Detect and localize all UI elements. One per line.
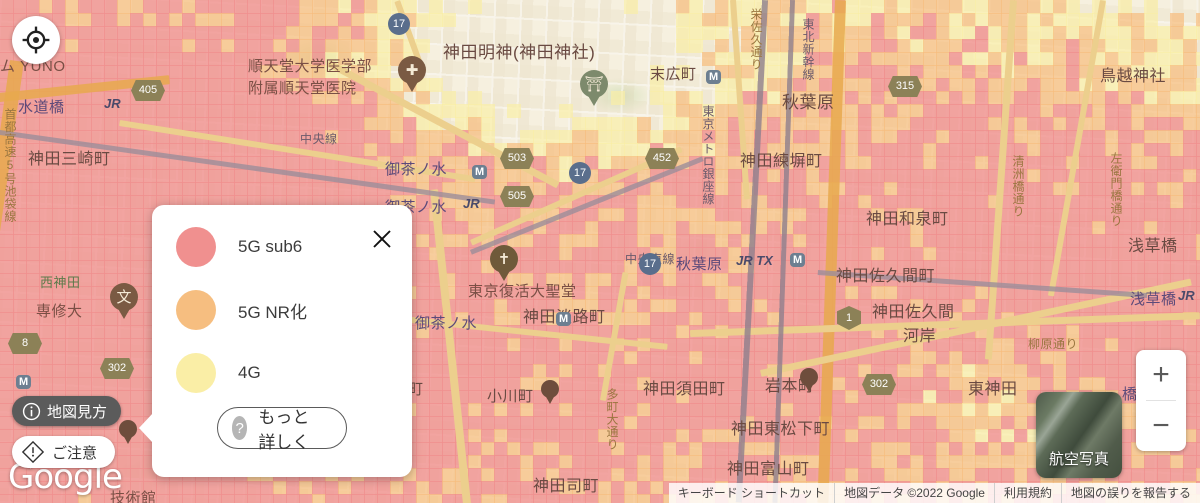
map-label-town: 神田明神(神田神社) bbox=[443, 43, 596, 62]
map-label-town: 神田須田町 bbox=[643, 381, 726, 398]
map-label-poi: 順天堂大学医学部 bbox=[248, 58, 373, 75]
legend-label: 4G bbox=[238, 363, 261, 382]
legend-swatch bbox=[176, 290, 216, 330]
satellite-view-label: 航空写真 bbox=[1048, 451, 1109, 468]
jr-rail-badge-icon[interactable]: JR bbox=[1178, 288, 1195, 303]
zoom-out-button[interactable]: − bbox=[1136, 401, 1186, 451]
map-label-town: 神田三崎町 bbox=[28, 151, 111, 168]
map-data-copyright: 地図データ ©2022 Google bbox=[834, 483, 994, 503]
map-guide-button[interactable]: 地図見方 bbox=[12, 396, 122, 426]
map-label-town: 河岸 bbox=[903, 328, 937, 345]
map-label-station[interactable]: 秋葉原 bbox=[676, 253, 723, 274]
jr-rail-badge-icon[interactable]: JR TX bbox=[736, 253, 773, 268]
map-label-road: 多町大通り bbox=[605, 388, 619, 451]
map-label-poi: 東京復活大聖堂 bbox=[468, 283, 577, 300]
route-shield: 503 bbox=[500, 148, 534, 169]
route-shield: 405 bbox=[131, 80, 165, 101]
map-label-town: 末広町 bbox=[650, 66, 697, 83]
map-label-road: 首都高速5号池袋線 bbox=[3, 108, 17, 223]
caution-button[interactable]: ご注意 bbox=[12, 436, 116, 468]
route-shield: 505 bbox=[500, 186, 534, 207]
map-label-road: 左衛門橋通り bbox=[1109, 152, 1123, 227]
route-shield: 302 bbox=[100, 358, 134, 379]
close-x-icon bbox=[373, 230, 391, 248]
map-label-poi: 専修大 bbox=[36, 303, 83, 320]
keyboard-shortcuts-link[interactable]: キーボード ショートカット bbox=[669, 483, 834, 503]
locate-button[interactable] bbox=[12, 16, 60, 64]
shrine-torii-pin-icon[interactable]: ⛩ bbox=[580, 70, 608, 106]
map-label-town: 東神田 bbox=[968, 381, 1018, 398]
map-label-station[interactable]: 浅草橋 bbox=[1130, 288, 1177, 309]
map-label-town: 浅草橋 bbox=[1128, 238, 1178, 255]
map-label-rail-line: 東京メトロ銀座線 bbox=[701, 105, 715, 205]
map-label-station[interactable]: 御茶ノ水 bbox=[415, 312, 477, 333]
map-label-town: 秋葉原 bbox=[782, 93, 835, 112]
metro-badge-icon[interactable]: M bbox=[790, 253, 806, 267]
zoom-in-button[interactable]: + bbox=[1136, 350, 1186, 400]
metro-badge-icon[interactable]: M bbox=[16, 375, 32, 389]
legend-item-4g: 4G bbox=[176, 353, 261, 393]
attribution-bar: キーボード ショートカット 地図データ ©2022 Google 利用規約 地図… bbox=[668, 483, 1200, 503]
map-label-town: 神田司町 bbox=[533, 478, 600, 495]
route-shield: 17 bbox=[639, 253, 661, 275]
map-label-road: 清洲橋通り bbox=[1011, 155, 1025, 218]
question-mark-icon: ? bbox=[232, 416, 248, 440]
route-shield: 8 bbox=[8, 333, 42, 354]
terms-link[interactable]: 利用規約 bbox=[993, 483, 1061, 503]
metro-badge-icon[interactable]: M bbox=[472, 165, 488, 179]
more-details-label: もっと詳しく bbox=[258, 408, 310, 452]
locate-crosshair-icon bbox=[22, 26, 50, 54]
legend-panel: 5G sub6 5G NR化 4G ? もっと詳しく bbox=[139, 205, 412, 477]
more-details-button[interactable]: ? もっと詳しく bbox=[217, 407, 347, 452]
station-dot-pin-icon[interactable] bbox=[541, 380, 559, 404]
map-label-poi: 附属順天堂医院 bbox=[248, 80, 357, 97]
jr-rail-badge-icon[interactable]: JR bbox=[463, 196, 480, 211]
map-label-rail-line: 東北新幹線 bbox=[801, 18, 815, 81]
map-label-town: 神田和泉町 bbox=[866, 211, 949, 228]
map-guide-label: 地図見方 bbox=[47, 403, 108, 421]
map-application: 神田三崎町 西神田 神田明神(神田神社) 末広町 秋葉原 神田練塀町 神田和泉町 神田佐久間町… bbox=[0, 0, 1200, 503]
map-label-town: 鳥越神社 bbox=[1100, 68, 1167, 85]
caution-label: ご注意 bbox=[52, 444, 98, 462]
hospital-pin-icon[interactable]: ✚ bbox=[398, 56, 426, 92]
legend-swatch bbox=[176, 227, 216, 267]
info-circle-icon bbox=[22, 402, 41, 421]
map-label-rail-line: 中央線 bbox=[300, 132, 338, 146]
map-label-road: 柳原通り bbox=[1028, 337, 1079, 351]
zoom-controls: + − bbox=[1136, 350, 1186, 451]
legend-label: 5G NR化 bbox=[238, 302, 307, 322]
map-label-station[interactable]: 御茶ノ水 bbox=[385, 158, 447, 179]
school-pin-icon[interactable]: 文 bbox=[110, 283, 138, 319]
warning-diamond-icon bbox=[22, 441, 44, 463]
legend-close-button[interactable] bbox=[370, 227, 394, 251]
map-label-town: 神田佐久間町 bbox=[836, 268, 936, 285]
satellite-view-toggle[interactable]: 航空写真 bbox=[1036, 392, 1122, 478]
route-shield: 452 bbox=[645, 148, 679, 169]
map-label-town: 神田東松下町 bbox=[731, 421, 831, 438]
map-label-road: 栄佐久通り bbox=[749, 8, 763, 71]
route-shield: 315 bbox=[888, 76, 922, 97]
map-label-town: 神田練塀町 bbox=[740, 153, 823, 170]
legend-item-5g-sub6: 5G sub6 bbox=[176, 227, 302, 267]
station-dot-pin-icon[interactable] bbox=[800, 368, 818, 392]
map-label-town: 小川町 bbox=[487, 388, 534, 405]
station-dot-pin-icon[interactable] bbox=[119, 420, 137, 444]
map-label-town: 西神田 bbox=[40, 275, 81, 290]
report-error-link[interactable]: 地図の誤りを報告する bbox=[1060, 483, 1200, 503]
route-shield: 17 bbox=[569, 162, 591, 184]
jr-rail-badge-icon[interactable]: JR bbox=[104, 96, 121, 111]
church-cross-pin-icon[interactable]: ✝ bbox=[490, 245, 518, 281]
legend-item-5g-nr: 5G NR化 bbox=[176, 290, 307, 330]
route-shield: 302 bbox=[862, 374, 896, 395]
map-label-town: 神田富山町 bbox=[727, 461, 810, 478]
route-shield: 17 bbox=[388, 13, 410, 35]
map-label-town: 神田佐久間 bbox=[872, 304, 955, 321]
legend-label: 5G sub6 bbox=[238, 237, 303, 256]
map-label-station[interactable]: 水道橋 bbox=[18, 96, 65, 117]
metro-badge-icon[interactable]: M bbox=[556, 312, 572, 326]
metro-badge-icon[interactable]: M bbox=[706, 70, 722, 84]
legend-swatch bbox=[176, 353, 216, 393]
